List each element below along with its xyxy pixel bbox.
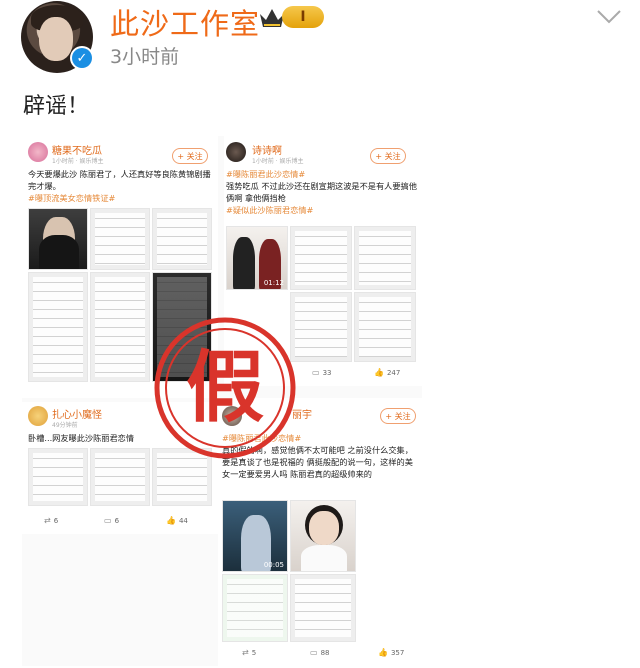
card-text: #曝陈丽君此沙恋情# 强势吃瓜 不过此沙还在剧宣期这波是不是有人要搞他俩啊 拿他…: [226, 169, 417, 215]
thumb-up-icon: 👍: [166, 516, 176, 525]
video-duration: 01:12: [263, 279, 284, 287]
screenshot-thumb[interactable]: [28, 448, 88, 506]
vip-badge: I: [282, 6, 324, 28]
chevron-down-icon[interactable]: [596, 8, 622, 26]
stamp-text: 假: [186, 343, 264, 433]
screenshot-thumb[interactable]: [90, 208, 150, 270]
screenshot-thumb[interactable]: [28, 272, 88, 382]
screenshot-thumb[interactable]: [290, 292, 352, 362]
card-meta: 1小时前 · 娱乐博主: [52, 158, 104, 165]
screenshot-thumb[interactable]: [90, 272, 150, 382]
avatar: [226, 142, 246, 162]
screenshot-thumb[interactable]: [290, 226, 352, 290]
fake-stamp: 假: [154, 317, 296, 459]
comment-icon: ▭: [104, 516, 112, 525]
card-nick: 诗诗啊: [252, 146, 282, 157]
comment-count[interactable]: ▭ 6: [104, 516, 119, 525]
screenshot-thumb[interactable]: [152, 208, 212, 270]
comment-count[interactable]: ▭ 88: [310, 648, 329, 657]
like-count[interactable]: 👍 247: [374, 368, 400, 377]
card-meta: 49分钟前: [52, 422, 78, 429]
verified-badge-icon: ✓: [70, 46, 94, 70]
follow-button[interactable]: + 关注: [172, 148, 208, 164]
thumb-up-icon: 👍: [374, 368, 384, 377]
thumb-up-icon: 👍: [378, 648, 388, 657]
card-nick: 扎心小魔怪: [52, 410, 102, 421]
follow-button[interactable]: + 关注: [380, 408, 416, 424]
video-thumb[interactable]: 01:12: [226, 226, 288, 290]
like-count[interactable]: 👍 44: [166, 516, 188, 525]
card-meta: 1小时前 · 娱乐博主: [252, 158, 304, 165]
repost-count[interactable]: ⇄ 6: [44, 516, 58, 525]
screenshot-thumb[interactable]: [354, 292, 416, 362]
repost-icon: ⇄: [44, 516, 51, 525]
avatar: [28, 406, 48, 426]
photo-thumb[interactable]: [28, 208, 88, 270]
follow-button[interactable]: + 关注: [370, 148, 406, 164]
post-text: 辟谣！: [23, 94, 90, 119]
screenshot-thumb[interactable]: [354, 226, 416, 290]
video-duration: 00:05: [263, 561, 284, 569]
comment-icon: ▭: [312, 368, 320, 377]
comment-count[interactable]: ▭ 33: [312, 368, 331, 377]
screenshot-thumb[interactable]: [290, 574, 356, 642]
screenshot-thumb[interactable]: [222, 574, 288, 642]
card-text: 今天要爆此沙 陈丽君了，人还真好等良陈黄锦剧播完才爆。 #曝顶流美女恋情铁证#: [28, 169, 211, 203]
screenshot-thumb[interactable]: [90, 448, 150, 506]
photo-thumb[interactable]: [290, 500, 356, 572]
post-time: 3小时前: [110, 46, 180, 68]
account-name[interactable]: 此沙工作室: [110, 1, 260, 43]
repost-count[interactable]: ⇄ 5: [242, 648, 256, 657]
video-thumb[interactable]: 00:05: [222, 500, 288, 572]
avatar: [28, 142, 48, 162]
card-nick: 糖果不吃瓜: [52, 146, 102, 157]
like-count[interactable]: 👍 357: [378, 648, 404, 657]
comment-icon: ▭: [310, 648, 318, 657]
repost-icon: ⇄: [242, 648, 249, 657]
